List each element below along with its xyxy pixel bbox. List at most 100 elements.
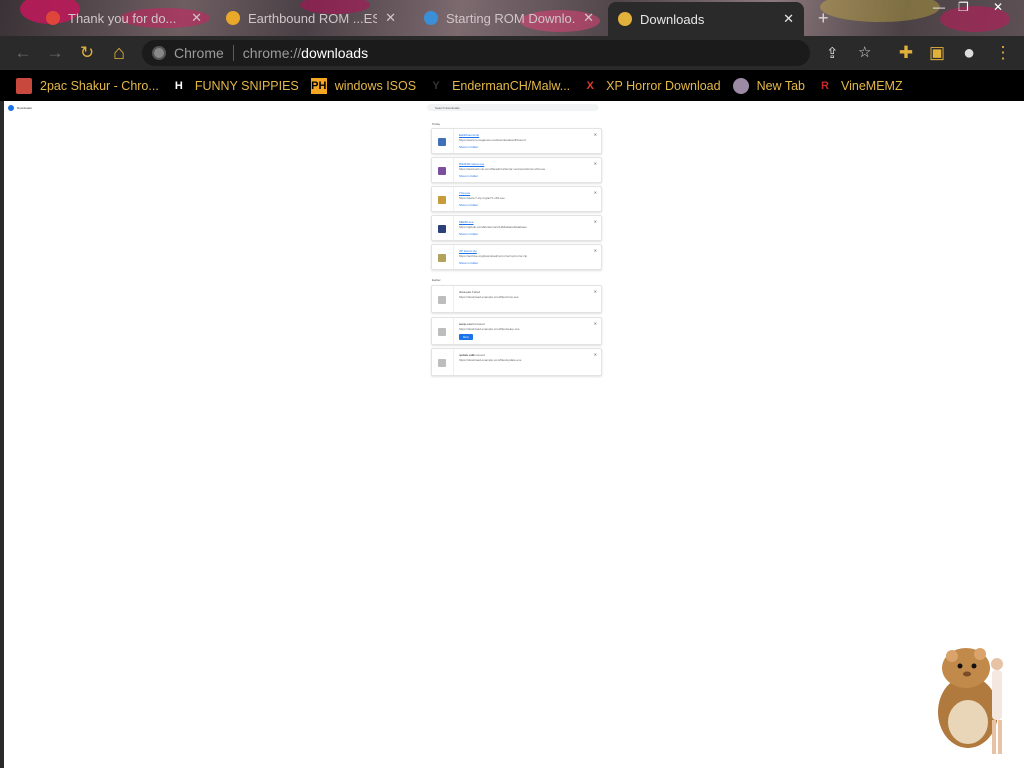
bookmark-label: VineMEMZ (841, 78, 903, 93)
bookmark-label: XP Horror Download (606, 78, 721, 93)
forward-button[interactable]: → (44, 42, 66, 64)
restore-button[interactable]: ❐ (958, 0, 969, 14)
bookmark-label: EndermanCH/Malw... (452, 78, 571, 93)
tab-1[interactable]: Earthbound ROM ...ES ✕ (216, 4, 406, 32)
download-item: update.exe Removed https://download.exampl… (431, 348, 602, 376)
bookmark-item[interactable]: 2pac Shakur - Chro... (16, 77, 159, 94)
extensions-icon[interactable]: ✚ (895, 42, 917, 64)
close-window-button[interactable]: ✕ (993, 0, 1003, 14)
file-icon-column (432, 286, 454, 312)
file-icon-column (432, 216, 454, 240)
download-status: Failed (472, 290, 481, 294)
tab-close-icon[interactable]: ✕ (191, 10, 202, 26)
file-name-link[interactable]: setup.exe (459, 322, 472, 326)
downloads-header: Downloads (8, 105, 32, 111)
bookmarks-bar: 2pac Shakur - Chro... H FUNNY SNIPPIES P… (0, 70, 1024, 101)
omnibox-separator (232, 45, 234, 61)
share-icon[interactable]: ⇪ (826, 44, 839, 62)
downloads-page: Downloads Search downloads Today Earthbo… (0, 101, 1024, 768)
home-button[interactable]: ⌂ (108, 42, 130, 64)
bookmark-label: New Tab (756, 78, 805, 93)
bookmark-item[interactable]: PH windows ISOS (310, 77, 416, 94)
show-in-folder-link[interactable]: Show in folder (459, 203, 478, 207)
back-button[interactable]: ← (12, 42, 34, 64)
download-item: Earthbound.zip https://www.romsgames.net/… (431, 128, 602, 154)
remove-from-list-icon[interactable]: ✕ (594, 248, 597, 253)
search-placeholder: Search downloads (435, 105, 460, 110)
file-icon-column (432, 187, 454, 211)
file-source-url[interactable]: https://www.7-zip.org/a/7z-x64.exe (459, 196, 579, 200)
remove-from-list-icon[interactable]: ✕ (594, 321, 597, 326)
page-title: Downloads (17, 106, 32, 110)
bookmark-item[interactable]: H FUNNY SNIPPIES (171, 78, 299, 94)
section-label-today: Today (432, 122, 441, 126)
bookmark-item[interactable]: X XP Horror Download (582, 78, 721, 94)
tab-title: Downloads (640, 11, 705, 27)
bookmark-item[interactable]: Y EndermanCH/Malw... (428, 78, 570, 94)
tab-downloads[interactable]: Downloads ✕ (608, 2, 804, 36)
new-tab-button[interactable]: + (818, 8, 829, 29)
show-in-folder-link[interactable]: Show in folder (459, 232, 478, 236)
remove-from-list-icon[interactable]: ✕ (594, 352, 597, 357)
omnibox[interactable]: Chrome chrome:// downloads ⇪ ☆ (142, 40, 871, 66)
file-source-url[interactable]: https://download.example.com/files/setup… (459, 327, 579, 331)
tab-2[interactable]: Starting ROM Downlo... ✕ (414, 4, 604, 32)
tab-close-icon[interactable]: ✕ (583, 10, 594, 26)
file-name-link[interactable]: Earthbound.zip (459, 133, 479, 137)
file-icon-column (432, 129, 454, 153)
tab-favicon-icon (424, 11, 438, 25)
tab-title: Earthbound ROM ...ES (248, 10, 378, 26)
file-source-url[interactable]: https://archive.org/download/xp-horror/x… (459, 254, 579, 258)
tab-favicon-icon (226, 11, 240, 25)
file-name-link[interactable]: MEMZ.exe (459, 220, 474, 224)
file-name-link[interactable]: virus.exe (459, 290, 471, 294)
file-type-icon (438, 196, 446, 204)
show-in-folder-link[interactable]: Show in folder (459, 174, 478, 178)
omnibox-scheme: chrome:// (242, 45, 302, 61)
profile-avatar-icon[interactable]: ● (958, 42, 980, 64)
file-name-link[interactable]: WinRAR setup.exe (459, 162, 484, 166)
tab-0[interactable]: Thank you for do... ✕ (36, 4, 212, 32)
bookmark-item[interactable]: New Tab (732, 77, 805, 94)
tab-close-icon[interactable]: ✕ (385, 10, 396, 26)
reload-button[interactable]: ↻ (76, 42, 98, 64)
remove-from-list-icon[interactable]: ✕ (594, 190, 597, 195)
download-item: MEMZ.exe https://github.com/EndermanCH/Ma… (431, 215, 602, 241)
side-panel-icon[interactable]: ▣ (926, 42, 948, 64)
bookmark-star-icon[interactable]: ☆ (858, 43, 871, 61)
search-downloads-input[interactable]: Search downloads (427, 104, 599, 111)
remove-from-list-icon[interactable]: ✕ (594, 289, 597, 294)
remove-from-list-icon[interactable]: ✕ (594, 132, 597, 137)
file-source-url[interactable]: https://www.romsgames.net/download/earth… (459, 138, 579, 142)
file-name-link[interactable]: 7zip.exe (459, 191, 470, 195)
file-source-url[interactable]: https://www.win-rar.com/fileadmin/winrar… (459, 167, 579, 171)
file-source-url[interactable]: https://download.example.com/files/virus… (459, 295, 579, 299)
file-type-icon (438, 359, 446, 367)
file-icon-column (432, 349, 454, 375)
minimize-button[interactable]: — (933, 0, 945, 14)
tab-close-icon[interactable]: ✕ (783, 11, 794, 27)
file-icon-column (432, 158, 454, 182)
retry-button[interactable]: Retry (459, 334, 473, 340)
omnibox-host: downloads (301, 45, 369, 61)
r-logo-icon: R (821, 79, 829, 92)
file-source-url[interactable]: https://download.example.com/files/updat… (459, 358, 579, 362)
file-icon-column (432, 245, 454, 269)
file-type-icon (438, 225, 446, 233)
chrome-menu-icon[interactable]: ⋮ (992, 42, 1014, 64)
remove-from-list-icon[interactable]: ✕ (594, 161, 597, 166)
remove-from-list-icon[interactable]: ✕ (594, 219, 597, 224)
file-name-link[interactable]: XP Horror.zip (459, 249, 477, 253)
download-status: Removed (472, 353, 485, 357)
ph-logo-icon: PH (310, 77, 327, 94)
bookmark-item[interactable]: R VineMEMZ (817, 78, 903, 94)
show-in-folder-link[interactable]: Show in folder (459, 261, 478, 265)
hamster-mascot-image (938, 648, 1003, 754)
downloads-logo-icon (8, 105, 14, 111)
file-type-icon (438, 296, 446, 304)
toolbar: ← → ↻ ⌂ Chrome chrome:// downloads ⇪ ☆ ✚… (0, 36, 1024, 70)
file-source-url[interactable]: https://github.com/EndermanCH/MalwareDat… (459, 225, 579, 229)
file-type-icon (438, 138, 446, 146)
download-item: virus.exe Failed https://download.example.… (431, 285, 602, 313)
show-in-folder-link[interactable]: Show in folder (459, 145, 478, 149)
